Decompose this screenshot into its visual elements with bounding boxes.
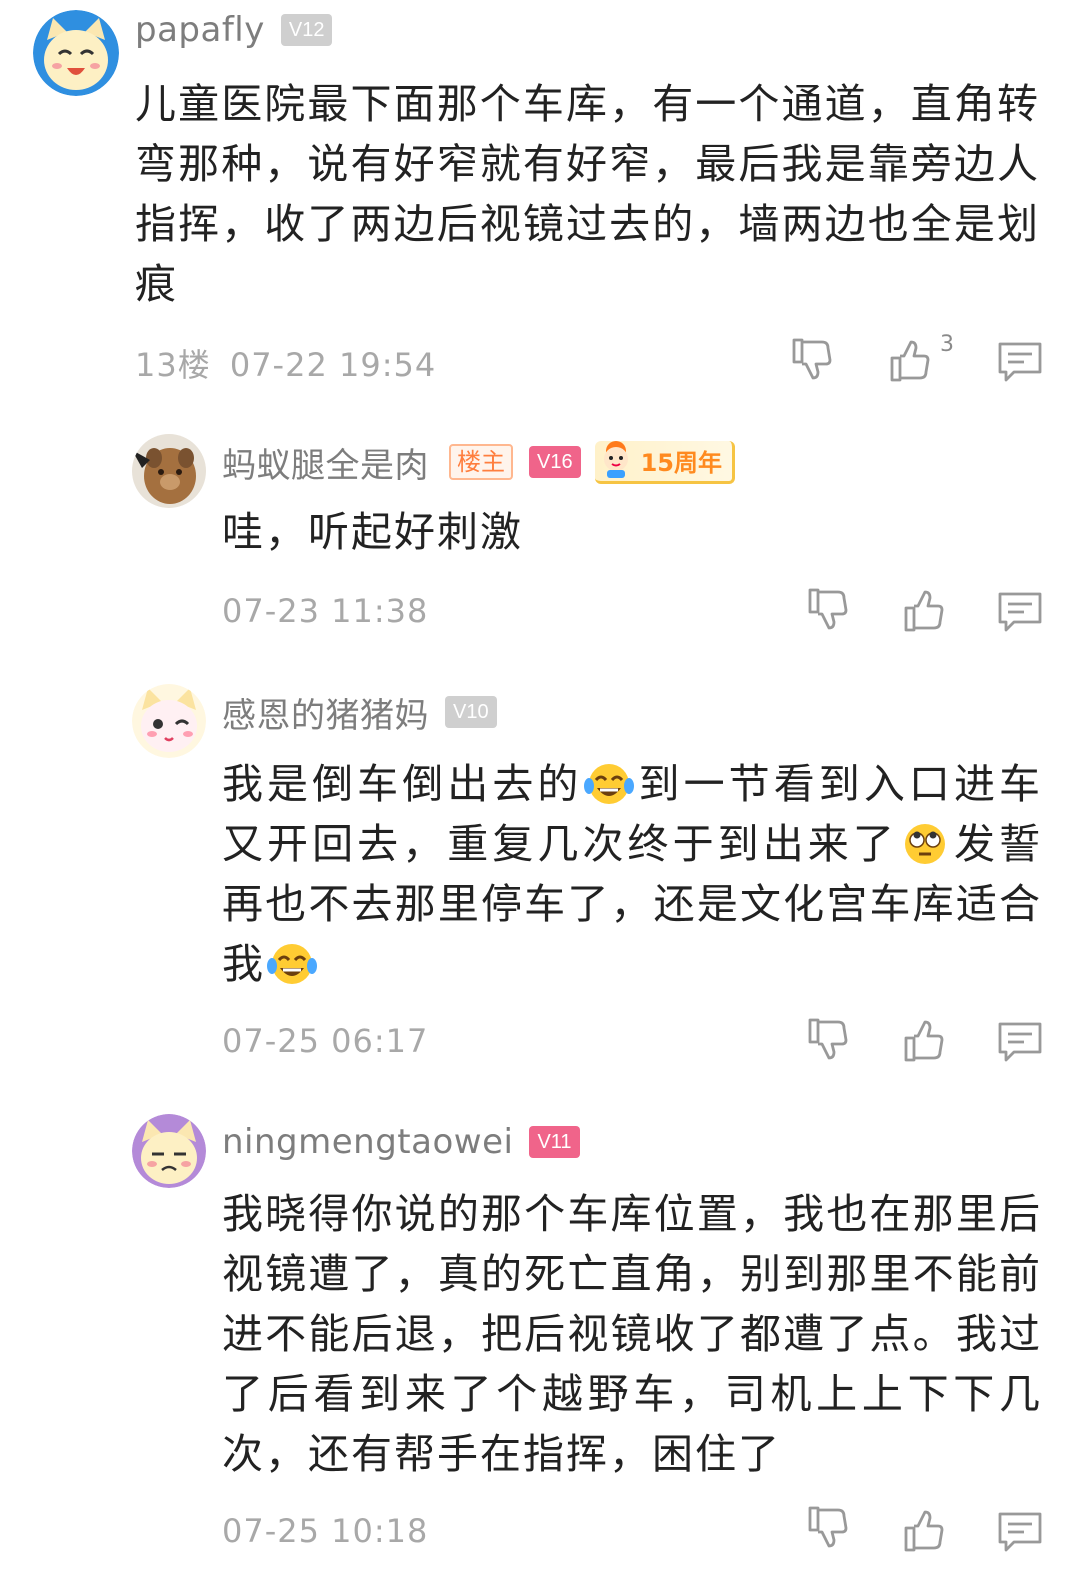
reply-icon[interactable] [996,1508,1044,1556]
reply-item: ningmengtaowei V11 我晓得你说的那个车库位置，我也在那里后视镜… [0,1100,1080,1580]
reply-item: 感恩的猪猪妈 V10 我是倒车倒出去的 到一节看到入口进车又开回去，重复几次终于到… [0,670,1080,1090]
avatar[interactable] [132,434,206,508]
comment-time: 07-23 11:38 [222,592,429,630]
avatar[interactable] [132,1114,206,1188]
tears-of-joy-emoji [267,942,317,986]
avatar-cat-image [33,10,119,96]
dislike-icon[interactable] [804,1502,852,1550]
comment-text: 儿童医院最下面那个车库，有一个通道，直角转弯那种，说有好窄就有好窄，最后我是靠旁… [135,80,1040,308]
like-icon[interactable] [900,1508,948,1556]
reply-item: 蚂蚁腿全是肉 楼主 V16 15周年 哇，听起好刺激 07-23 11:38 [0,420,1080,660]
comment-text: 我晓得你说的那个车库位置，我也在那里后视镜遭了，真的死亡直角，别到那里不能前进不… [222,1190,1042,1478]
comment-time: 07-22 19:54 [229,346,437,384]
reply-icon[interactable] [996,1018,1044,1066]
anniversary-mascot-icon [595,437,637,479]
level-badge: V11 [529,1126,580,1158]
level-badge: V10 [445,696,497,728]
anniversary-badge: 15周年 [594,440,735,484]
owner-badge: 楼主 [449,444,513,480]
comment-text: 我是倒车倒出去的 到一节看到入口进车又开回去，重复几次终于到出来了 发誓再也不去那里… [222,760,1043,988]
like-count: 3 [940,332,954,357]
dislike-icon[interactable] [788,334,836,382]
like-icon[interactable] [900,588,948,636]
username[interactable]: papafly [135,10,265,50]
dislike-icon[interactable] [804,584,852,632]
avatar[interactable] [33,10,119,96]
comment-item: papafly V12 儿童医院最下面那个车库，有一个通道，直角转弯那种，说有好… [0,0,1080,400]
username[interactable]: 感恩的猪猪妈 [222,688,429,737]
level-badge: V12 [280,14,333,46]
comment-time: 07-25 06:17 [222,1022,429,1060]
comment-floor: 13楼 [135,346,211,384]
reply-icon[interactable] [996,588,1044,636]
username[interactable]: ningmengtaowei [222,1122,513,1162]
comment-time: 07-25 10:18 [222,1512,429,1550]
avatar[interactable] [132,684,206,758]
like-icon[interactable] [886,338,934,386]
comment-text: 哇，听起好刺激 [222,508,523,556]
like-icon[interactable] [900,1018,948,1066]
eye-roll-emoji [900,822,950,866]
tears-of-joy-emoji [584,762,635,806]
reply-icon[interactable] [996,338,1044,386]
dislike-icon[interactable] [804,1014,852,1062]
level-badge: V16 [529,446,581,478]
username[interactable]: 蚂蚁腿全是肉 [222,438,429,487]
